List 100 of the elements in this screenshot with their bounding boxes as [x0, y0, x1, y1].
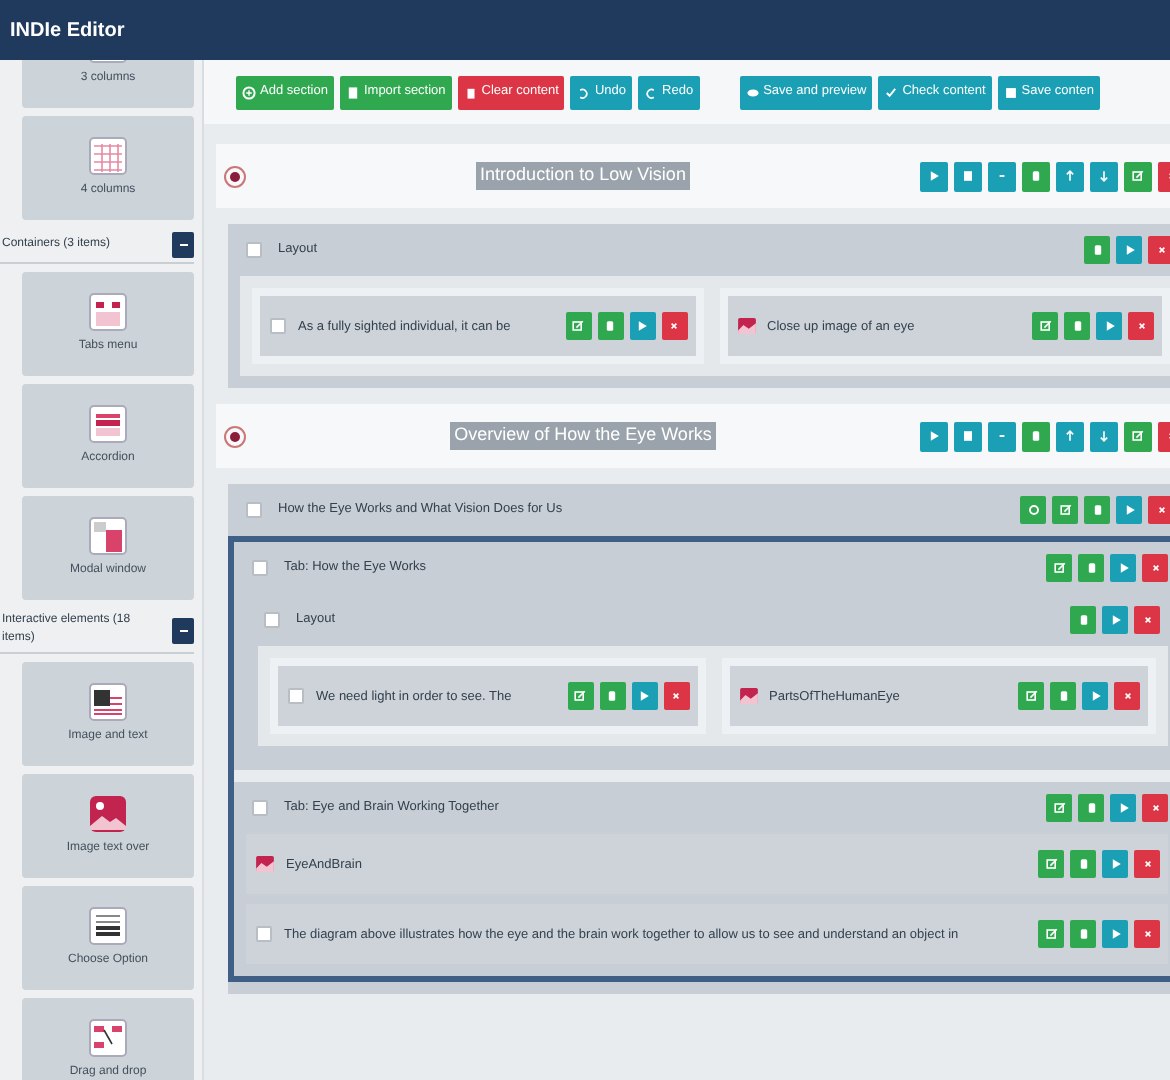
- paste-button[interactable]: [1084, 236, 1110, 264]
- delete-button[interactable]: [663, 682, 689, 710]
- paste-button[interactable]: [1050, 682, 1076, 710]
- preview-button[interactable]: [1102, 920, 1128, 948]
- preview-button[interactable]: [1102, 606, 1128, 634]
- pencil-icon: [1023, 688, 1039, 704]
- move-down-button[interactable]: [1090, 421, 1118, 451]
- edit-button[interactable]: [1124, 421, 1152, 451]
- preview-button[interactable]: [629, 312, 655, 340]
- collapse-button[interactable]: [172, 617, 194, 643]
- close-icon: [1153, 242, 1169, 258]
- edit-button[interactable]: [1038, 850, 1064, 878]
- arrow-down-icon: [1096, 168, 1112, 184]
- collapse-button[interactable]: [172, 232, 194, 258]
- paste-button[interactable]: [1070, 850, 1096, 878]
- edit-button[interactable]: [1124, 161, 1152, 191]
- close-icon: [1139, 926, 1155, 942]
- delete-button[interactable]: [661, 312, 687, 340]
- delete-button[interactable]: [1134, 850, 1160, 878]
- image-icon: [88, 794, 128, 834]
- preview-button[interactable]: [1110, 794, 1136, 822]
- clipboard-icon: [1069, 318, 1085, 334]
- edit-button[interactable]: [567, 682, 593, 710]
- preview-button[interactable]: [1102, 850, 1128, 878]
- document-icon: [345, 85, 360, 99]
- grid-icon: [88, 136, 128, 176]
- gear-icon: [1025, 502, 1041, 518]
- clipboard-icon: [1028, 428, 1044, 444]
- delete-button[interactable]: [1148, 496, 1170, 524]
- paste-button[interactable]: [1064, 312, 1090, 340]
- move-up-button[interactable]: [1056, 161, 1084, 191]
- edit-button[interactable]: [1038, 920, 1064, 948]
- check-icon: [884, 85, 899, 99]
- paste-button[interactable]: [597, 312, 623, 340]
- pencil-icon: [570, 318, 586, 334]
- checkbox[interactable]: [288, 688, 304, 704]
- delete-button[interactable]: [1128, 312, 1154, 340]
- preview-button[interactable]: [631, 682, 657, 710]
- radio-button[interactable]: [224, 425, 246, 447]
- clipboard-icon: [1089, 502, 1105, 518]
- pencil-icon: [1051, 800, 1067, 816]
- play-icon: [1115, 800, 1131, 816]
- pencil-icon: [1037, 318, 1053, 334]
- radio-button[interactable]: [224, 165, 246, 187]
- document-icon: [960, 168, 976, 184]
- delete-button[interactable]: [1148, 236, 1170, 264]
- pencil-icon: [1043, 926, 1059, 942]
- pencil-icon: [1043, 856, 1059, 872]
- undo-icon: [576, 85, 591, 99]
- preview-button[interactable]: [1110, 554, 1136, 582]
- paste-button[interactable]: [1070, 606, 1096, 634]
- play-icon: [634, 318, 650, 334]
- paste-button[interactable]: [1078, 554, 1104, 582]
- paste-button[interactable]: [599, 682, 625, 710]
- accordion-icon: [88, 404, 128, 444]
- close-icon: [1139, 856, 1155, 872]
- preview-button[interactable]: [920, 161, 948, 191]
- paste-button[interactable]: [1070, 920, 1096, 948]
- image-icon: [256, 856, 274, 872]
- checkbox[interactable]: [246, 502, 262, 518]
- move-down-button[interactable]: [1090, 161, 1118, 191]
- checkbox[interactable]: [270, 318, 286, 334]
- settings-button[interactable]: [1020, 496, 1046, 524]
- preview-button[interactable]: [1082, 682, 1108, 710]
- edit-button[interactable]: [1032, 312, 1058, 340]
- edit-button[interactable]: [1046, 794, 1072, 822]
- preview-button[interactable]: [1116, 236, 1142, 264]
- play-icon: [1107, 926, 1123, 942]
- close-icon: [1147, 560, 1163, 576]
- paste-button[interactable]: [1022, 161, 1050, 191]
- checkbox[interactable]: [256, 926, 272, 942]
- edit-button[interactable]: [1052, 496, 1078, 524]
- edit-button[interactable]: [1046, 554, 1072, 582]
- checkbox[interactable]: [246, 242, 262, 258]
- checkbox[interactable]: [252, 560, 268, 576]
- paste-button[interactable]: [1084, 496, 1110, 524]
- delete-button[interactable]: [1142, 794, 1168, 822]
- clipboard-icon: [1083, 800, 1099, 816]
- preview-button[interactable]: [1116, 496, 1142, 524]
- preview-button[interactable]: [1096, 312, 1122, 340]
- checkbox[interactable]: [264, 612, 280, 628]
- delete-button[interactable]: [1114, 682, 1140, 710]
- paste-button[interactable]: [1078, 794, 1104, 822]
- paste-button[interactable]: [1022, 421, 1050, 451]
- delete-button[interactable]: [1134, 920, 1160, 948]
- close-icon: [1133, 318, 1149, 334]
- clipboard-icon: [1089, 242, 1105, 258]
- edit-button[interactable]: [1018, 682, 1044, 710]
- preview-button[interactable]: [920, 421, 948, 451]
- delete-button[interactable]: [1142, 554, 1168, 582]
- arrow-up-icon: [1062, 428, 1078, 444]
- edit-button[interactable]: [565, 312, 591, 340]
- copy-button[interactable]: [954, 161, 982, 191]
- copy-button[interactable]: [954, 421, 982, 451]
- image-text-icon: [88, 682, 128, 722]
- delete-button[interactable]: [1134, 606, 1160, 634]
- move-up-button[interactable]: [1056, 421, 1084, 451]
- arrow-down-icon: [1096, 428, 1112, 444]
- clipboard-icon: [1083, 560, 1099, 576]
- checkbox[interactable]: [252, 800, 268, 816]
